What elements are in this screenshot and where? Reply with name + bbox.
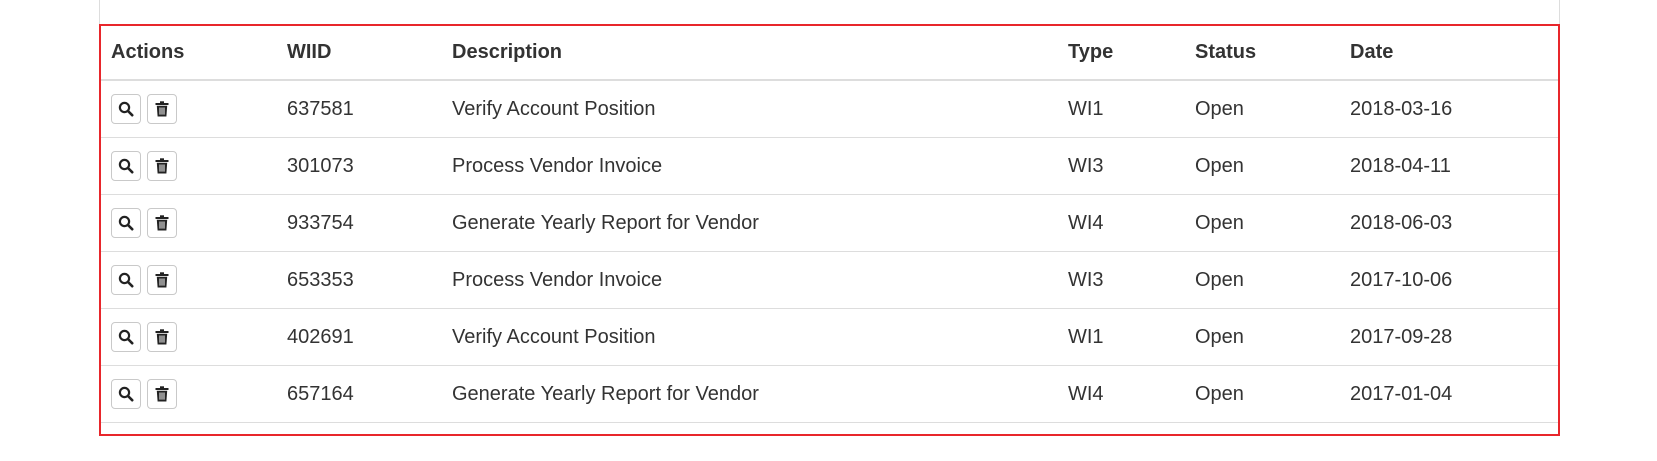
cell-description: Verify Account Position bbox=[442, 80, 1058, 138]
cell-wiid: 637581 bbox=[277, 80, 442, 138]
cell-type: WI3 bbox=[1058, 137, 1185, 195]
delete-button[interactable] bbox=[147, 322, 177, 352]
table-body: 637581 Verify Account Position WI1 Open 2018… bbox=[101, 80, 1558, 435]
cell-date: 2018-06-03 bbox=[1340, 194, 1558, 252]
search-icon bbox=[118, 101, 134, 117]
row-actions-cell bbox=[101, 80, 277, 138]
cell-date: 2018-03-16 bbox=[1340, 80, 1558, 138]
search-icon bbox=[118, 158, 134, 174]
row-actions-cell bbox=[101, 194, 277, 252]
cell-status: Open bbox=[1185, 137, 1340, 195]
work-items-table: Actions WIID Description Type Status Dat… bbox=[101, 26, 1558, 435]
row-actions-cell bbox=[101, 137, 277, 195]
header-type: Type bbox=[1058, 26, 1185, 81]
trash-icon bbox=[155, 386, 169, 402]
cell-status: Open bbox=[1185, 80, 1340, 138]
row-actions-cell bbox=[101, 251, 277, 309]
header-status: Status bbox=[1185, 26, 1340, 81]
search-icon bbox=[118, 215, 134, 231]
cell-description: Verify Account Position bbox=[442, 308, 1058, 366]
cell-type: WI3 bbox=[1058, 251, 1185, 309]
table-row: 637581 Verify Account Position WI1 Open 2018… bbox=[101, 80, 1558, 138]
header-date: Date bbox=[1340, 26, 1558, 81]
cell-type: WI4 bbox=[1058, 194, 1185, 252]
cell-description: Process Vendor Invoice bbox=[442, 137, 1058, 195]
view-button[interactable] bbox=[111, 151, 141, 181]
search-icon bbox=[118, 386, 134, 402]
cell-wiid: 933754 bbox=[277, 194, 442, 252]
panel-top-edge bbox=[99, 0, 1560, 24]
cell-status: Open bbox=[1185, 251, 1340, 309]
delete-button[interactable] bbox=[147, 94, 177, 124]
search-icon bbox=[118, 272, 134, 288]
view-button[interactable] bbox=[111, 322, 141, 352]
search-icon bbox=[118, 329, 134, 345]
row-actions-cell bbox=[101, 308, 277, 366]
cell-date: 2018-04-11 bbox=[1340, 137, 1558, 195]
trash-icon bbox=[155, 329, 169, 345]
header-description: Description bbox=[442, 26, 1058, 81]
cell-wiid: 301073 bbox=[277, 137, 442, 195]
view-button[interactable] bbox=[111, 94, 141, 124]
table-row: 653353 Process Vendor Invoice WI3 Open 2017-… bbox=[101, 251, 1558, 309]
view-button[interactable] bbox=[111, 208, 141, 238]
delete-button[interactable] bbox=[147, 265, 177, 295]
view-button[interactable] bbox=[111, 265, 141, 295]
cell-wiid: 653353 bbox=[277, 251, 442, 309]
cell-date: 2017-09-28 bbox=[1340, 308, 1558, 366]
header-wiid: WIID bbox=[277, 26, 442, 81]
row-actions bbox=[111, 322, 277, 352]
row-actions bbox=[111, 379, 277, 409]
table-header-row: Actions WIID Description Type Status Dat… bbox=[101, 26, 1558, 81]
view-button[interactable] bbox=[111, 379, 141, 409]
cell-status: Open bbox=[1185, 308, 1340, 366]
cell-wiid: 657164 bbox=[277, 365, 442, 423]
header-actions: Actions bbox=[101, 26, 277, 81]
delete-button[interactable] bbox=[147, 151, 177, 181]
table-row-partial bbox=[101, 423, 1558, 435]
row-actions bbox=[111, 94, 277, 124]
table-row: 933754 Generate Yearly Report for Vendor W… bbox=[101, 194, 1558, 252]
delete-button[interactable] bbox=[147, 208, 177, 238]
row-actions bbox=[111, 265, 277, 295]
cell-date: 2017-10-06 bbox=[1340, 251, 1558, 309]
trash-icon bbox=[155, 101, 169, 117]
cell-status: Open bbox=[1185, 365, 1340, 423]
cell-status: Open bbox=[1185, 194, 1340, 252]
table-row: 301073 Process Vendor Invoice WI3 Open 2018-… bbox=[101, 137, 1558, 195]
cell-type: WI4 bbox=[1058, 365, 1185, 423]
trash-icon bbox=[155, 272, 169, 288]
cell-wiid: 402691 bbox=[277, 308, 442, 366]
cell-date: 2017-01-04 bbox=[1340, 365, 1558, 423]
cell-description: Process Vendor Invoice bbox=[442, 251, 1058, 309]
cell-description: Generate Yearly Report for Vendor bbox=[442, 194, 1058, 252]
row-actions bbox=[111, 151, 277, 181]
row-actions-cell bbox=[101, 365, 277, 423]
cell-type: WI1 bbox=[1058, 308, 1185, 366]
table-row: 657164 Generate Yearly Report for Vendor W… bbox=[101, 365, 1558, 423]
trash-icon bbox=[155, 158, 169, 174]
cell-type: WI1 bbox=[1058, 80, 1185, 138]
cell-description: Generate Yearly Report for Vendor bbox=[442, 365, 1058, 423]
delete-button[interactable] bbox=[147, 379, 177, 409]
trash-icon bbox=[155, 215, 169, 231]
work-items-table-highlight: Actions WIID Description Type Status Dat… bbox=[99, 24, 1560, 436]
row-actions bbox=[111, 208, 277, 238]
table-row: 402691 Verify Account Position WI1 Open 2017… bbox=[101, 308, 1558, 366]
